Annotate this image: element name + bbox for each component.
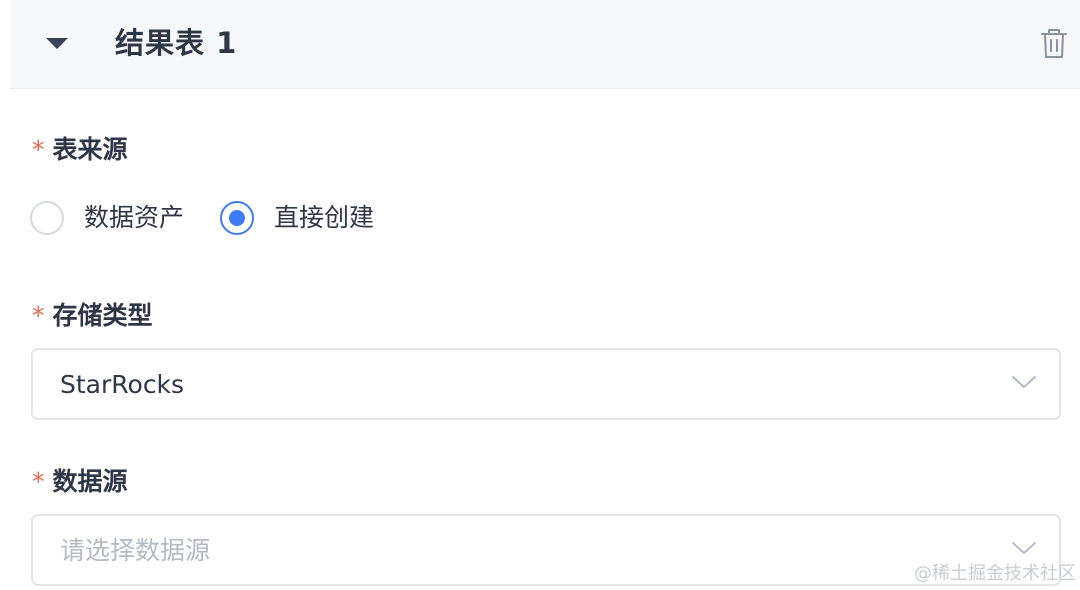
caret-down-icon[interactable] — [46, 38, 68, 49]
storage-type-label: * 存储类型 — [32, 300, 153, 332]
data-source-label: * 数据源 — [32, 466, 128, 498]
data-source-placeholder: 请选择数据源 — [60, 536, 211, 565]
radio-checked-icon[interactable] — [220, 201, 255, 235]
table-source-label: * 表来源 — [32, 134, 128, 166]
data-source-label-text: 数据源 — [52, 467, 128, 496]
storage-type-value: StarRocks — [60, 370, 185, 399]
data-source-select[interactable]: 请选择数据源 — [31, 514, 1061, 586]
result-table-panel: 结果表 1 * 表来源 数据资产 直接创建 * 存储类型 StarRocks *… — [0, 0, 1080, 590]
delete-button[interactable] — [1038, 26, 1070, 60]
chevron-down-icon — [1012, 542, 1036, 554]
required-mark: * — [32, 135, 45, 164]
radio-direct-create[interactable]: 直接创建 — [220, 201, 374, 235]
radio-data-asset-label: 数据资产 — [84, 203, 185, 232]
required-mark: * — [32, 301, 45, 330]
trash-icon — [1041, 29, 1067, 58]
radio-direct-create-label: 直接创建 — [274, 203, 375, 232]
panel-title: 结果表 1 — [115, 26, 238, 60]
panel-header: 结果表 1 — [10, 0, 1080, 89]
radio-dot-icon — [229, 210, 246, 226]
storage-type-label-text: 存储类型 — [52, 301, 153, 330]
storage-type-select[interactable]: StarRocks — [31, 348, 1061, 420]
chevron-down-icon — [1012, 376, 1036, 388]
table-source-radio-group: 数据资产 直接创建 — [30, 196, 410, 240]
radio-data-asset[interactable]: 数据资产 — [30, 201, 184, 235]
radio-unchecked-icon[interactable] — [30, 201, 64, 235]
required-mark: * — [32, 467, 45, 496]
table-source-label-text: 表来源 — [52, 135, 128, 164]
watermark: @稀土掘金技术社区 — [914, 563, 1076, 584]
